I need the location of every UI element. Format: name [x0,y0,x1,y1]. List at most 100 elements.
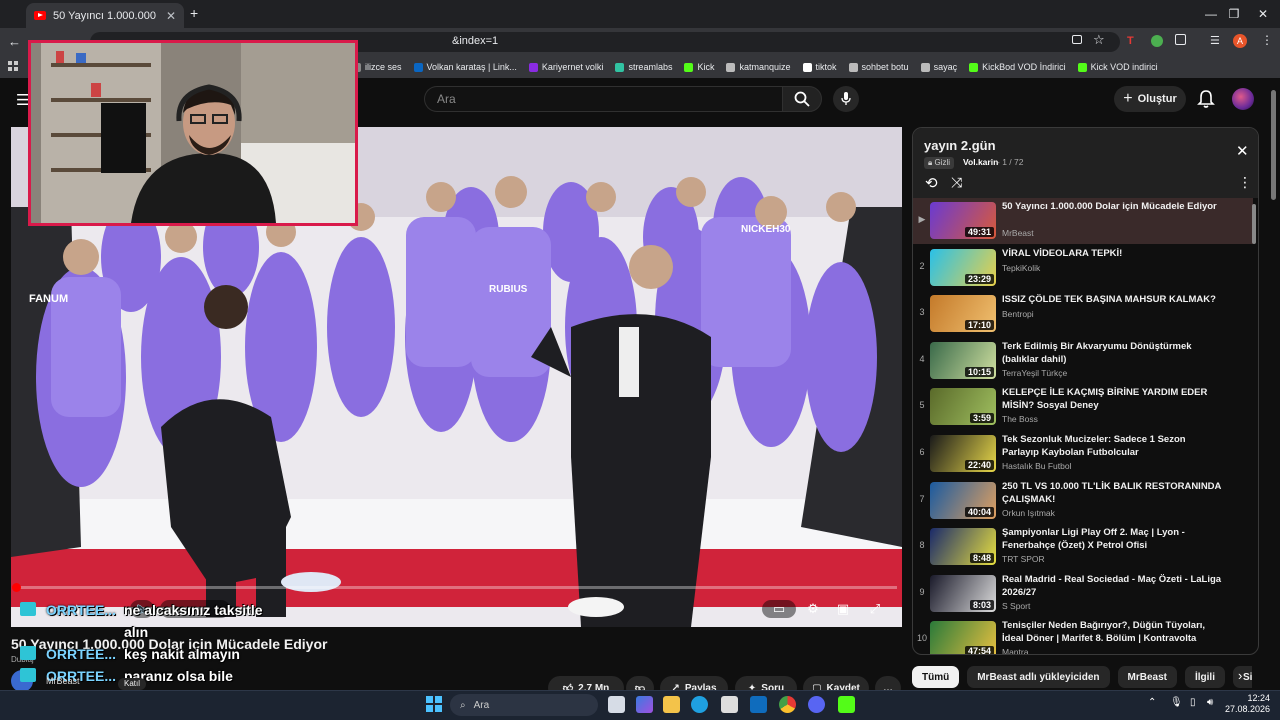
page-scrollbar[interactable] [1271,90,1276,200]
task-view-icon[interactable] [608,696,625,713]
voice-search-button[interactable] [833,86,859,112]
playlist-item-thumbnail: 22:40 [930,435,996,472]
maximize-icon[interactable]: ❐ [1219,4,1249,24]
kick-app-icon[interactable] [838,696,855,713]
create-button[interactable]: + Oluştur [1114,86,1186,112]
bookmark-item[interactable]: ilizce ses [352,62,402,72]
close-tab-icon[interactable]: ✕ [166,9,176,23]
bookmark-star-icon[interactable]: ☆ [1093,32,1105,48]
playlist-item[interactable]: 4 10:15 Terk Edilmiş Bir Akvaryumu Dönüştü… [913,338,1253,384]
discord-icon[interactable] [808,696,825,713]
volume-tray-icon[interactable]: 🔊︎ [1207,697,1213,708]
start-button[interactable] [426,696,442,712]
fullscreen-icon[interactable]: ⤢ [862,600,888,618]
playlist-owner[interactable]: Vol.karin [963,157,998,167]
extension-icon[interactable]: T [1127,35,1134,47]
bookmark-item[interactable]: Kick VOD indirici [1077,62,1158,72]
playlist-item[interactable]: 7 40:04 250 TL VS 10.000 TL'LİK BALIK REST… [913,478,1253,524]
back-arrow-icon[interactable]: ← [8,34,21,49]
playlist-item[interactable]: 3 17:10 ISSIZ ÇÖLDE TEK BAŞINA MAHSUR KALM… [913,291,1253,337]
playlist-item-thumbnail: 40:04 [930,481,996,519]
filter-chip[interactable]: Size öze [1232,666,1252,688]
chrome-icon[interactable] [779,696,796,713]
bookmark-favicon-icon [848,62,858,72]
microphone-tray-icon[interactable]: 🎙︎ [1170,697,1183,708]
playlist-item-thumbnail: 49:31 [930,202,996,239]
close-playlist-icon[interactable]: ✕ [1236,142,1249,160]
edge-icon[interactable] [691,696,708,713]
playlist-menu-icon[interactable]: ⋮ [1238,174,1252,191]
scrollbar-thumb[interactable] [1252,204,1256,244]
playlist-item-title: VİRAL VİDEOLARA TEPKİ! [1002,247,1123,259]
playlist-item-title: KELEPÇE İLE KAÇMIŞ BİRİNE YARDIM EDER Mİ… [1002,387,1208,412]
taskbar-search[interactable]: ⌕ Ara [450,694,598,716]
browser-tab[interactable]: 50 Yayıncı 1.000.000 Dolar için M ✕ [26,3,184,28]
file-explorer-icon[interactable] [663,696,680,713]
bookmark-item[interactable]: streamlabs [615,62,672,72]
cast-icon[interactable] [1072,35,1082,44]
filter-chip[interactable]: İlgili [1184,666,1225,688]
duration-badge: 47:54 [964,646,994,654]
playlist-item-channel: Hastalık Bu Futbol [1002,461,1072,471]
filter-chip[interactable]: Tümü [912,666,960,688]
new-tab-button[interactable]: + [190,5,198,21]
loop-icon[interactable]: ⟲ [925,174,938,192]
tray-chevron-icon[interactable]: ⌃ [1148,697,1156,708]
join-button[interactable]: Katıl [118,678,147,690]
duration-badge: 17:10 [964,320,994,331]
playlist-item[interactable]: 5 3:59 KELEPÇE İLE KAÇMIŞ BİRİNE YARDIM ED… [913,384,1253,430]
filter-chip[interactable]: MrBeast adlı yükleyiciden [967,666,1110,688]
playlist-item[interactable]: ▶ 49:31 50 Yayıncı 1.000.000 Dolar için Mü… [913,198,1253,244]
notifications-bell-icon[interactable] [1195,88,1217,110]
settings-gear-icon[interactable]: ⚙ [800,600,826,618]
playlist-item[interactable]: 8 8:48 Şampiyonlar Ligi Play Off 2. Maç | … [913,524,1253,570]
profile-avatar[interactable]: A [1233,34,1247,48]
more-menu-icon[interactable]: ⋮ [1261,33,1273,47]
playlist-item-thumbnail: 10:15 [930,341,996,379]
apps-grid-icon[interactable] [8,61,18,71]
playlist-item[interactable]: 10 47:54 Tenisçiler Neden Bağırıyor?, Düğü… [913,617,1253,654]
bookmark-item[interactable]: Kariyernet volki [528,62,603,72]
network-icon[interactable]: ▯ [1190,697,1196,708]
playlist-item-number: 6 [919,447,925,457]
bookmark-item[interactable]: sohbet botu [848,62,909,72]
window-close-icon[interactable]: ✕ [1248,4,1278,24]
playlist-item-channel: TerraYeşil Türkçe [1002,367,1068,378]
bookmark-item[interactable]: Volkan karataş | Link... [413,62,517,72]
bookmark-favicon-icon [615,62,625,72]
store-icon[interactable] [721,696,738,713]
widgets-icon[interactable] [636,696,653,713]
bookmark-item[interactable]: Kick [684,62,714,72]
subtitles-icon[interactable]: ▭ [762,600,796,618]
progress-track[interactable] [14,586,897,589]
bookmark-item[interactable]: sayaç [920,62,957,72]
theater-mode-icon[interactable]: ▣ [830,600,856,618]
playlist-item[interactable]: 6 22:40 Tek Sezonluk Mucizeler: Sadece 1 S… [913,431,1253,477]
taskbar-clock[interactable]: 12:24 27.08.2026 [1224,693,1270,715]
progress-scrubber[interactable] [12,583,21,592]
filter-chip[interactable]: MrBeast [1117,666,1177,688]
chips-next-icon[interactable]: › [1238,668,1242,683]
extension-icon[interactable] [1151,35,1163,47]
shuffle-icon[interactable]: ⤨ [951,174,962,191]
playlist-item-title: Tenisçiler Neden Bağırıyor?, Düğün Tüyol… [1002,620,1206,645]
clock-date: 27.08.2026 [1224,704,1270,714]
reading-list-icon[interactable]: ☰ [1210,34,1220,47]
user-avatar[interactable] [1232,88,1254,110]
playlist-item[interactable]: 9 8:03 Real Madrid - Real Sociedad - Maç Ö… [913,571,1253,617]
playlist-item-title: Terk Edilmiş Bir Akvaryumu Dönüştürmek (… [1002,340,1192,365]
bookmark-item[interactable]: tiktok [802,62,837,72]
playlist-item-title: Şampiyonlar Ligi Play Off 2. Maç | Lyon … [1002,527,1185,552]
search-button[interactable] [782,86,822,112]
playlist-item-number: ▶ [918,214,926,224]
channel-name[interactable]: MrBeast [46,676,80,686]
playlist-item-number: 9 [919,586,925,597]
playlist-item[interactable]: 2 23:29 VİRAL VİDEOLARA TEPKİ! TepkiKolik [913,245,1253,291]
search-input[interactable]: Ara [424,86,782,112]
extensions-puzzle-icon[interactable] [1175,34,1186,45]
playlist-item-title: ISSIZ ÇÖLDE TEK BAŞINA MAHSUR KALMAK? [1002,294,1216,306]
chat-message: keş nakit almayın [124,646,240,662]
bookmark-item[interactable]: KickBod VOD İndirici [969,62,1066,72]
bookmark-item[interactable]: katmanquize [726,62,791,72]
mail-icon[interactable] [750,696,767,713]
